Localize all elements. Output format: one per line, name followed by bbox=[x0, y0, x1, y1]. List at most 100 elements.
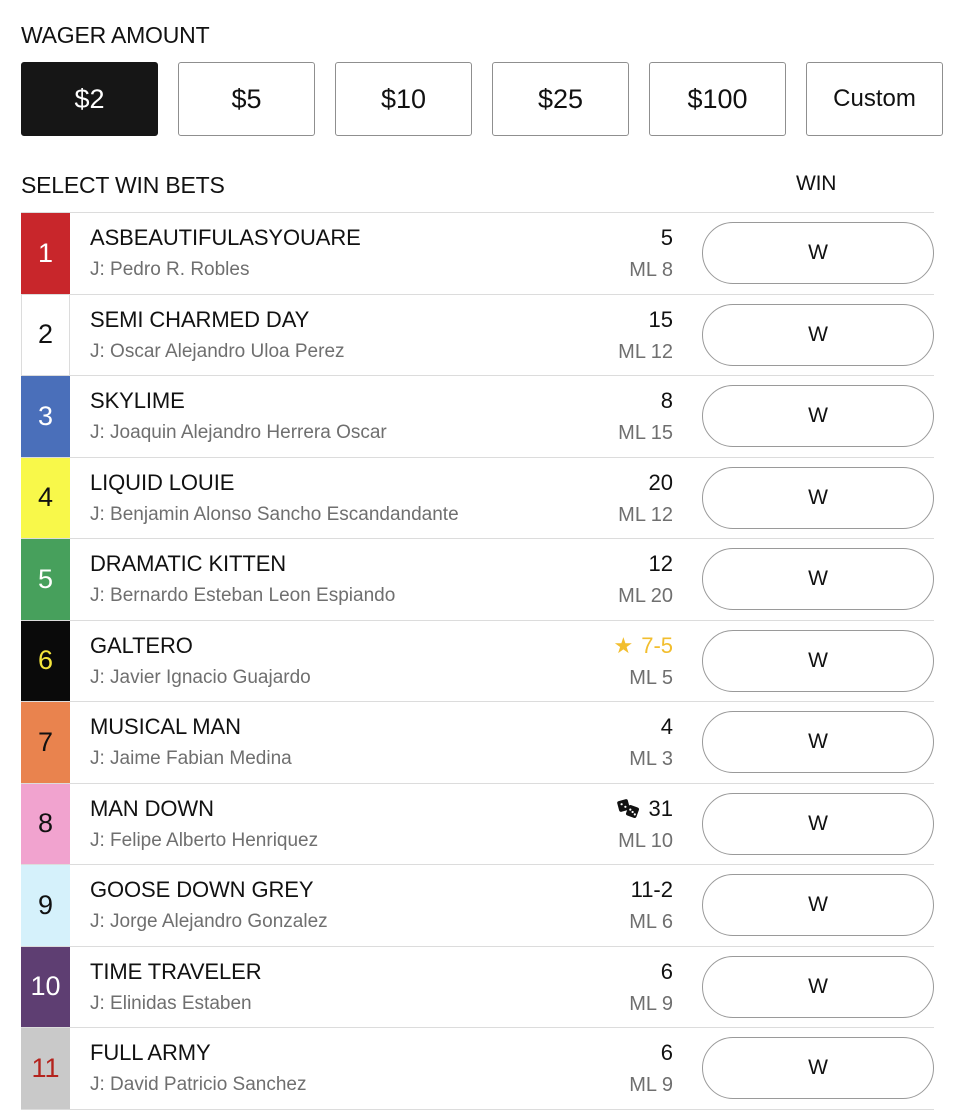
runner-list: 1 ASBEAUTIFULASYOUARE J: Pedro R. Robles 5 M… bbox=[21, 212, 934, 1110]
morning-line-odds: ML 5 bbox=[629, 666, 673, 689]
morning-line-odds: ML 9 bbox=[629, 992, 673, 1015]
runner-row: 1 ASBEAUTIFULASYOUARE J: Pedro R. Robles 5 M… bbox=[21, 213, 934, 295]
horse-name: MAN DOWN bbox=[90, 795, 214, 821]
live-odds: 5 bbox=[661, 225, 673, 251]
runner-row: 11 FULL ARMY J: David Patricio Sanchez 6 ML … bbox=[21, 1028, 934, 1110]
live-odds: 6 bbox=[661, 1040, 673, 1066]
odds-value: 20 bbox=[648, 469, 673, 495]
live-odds: ★ 7-5 bbox=[613, 633, 673, 659]
odds-value: 6 bbox=[660, 958, 673, 984]
saddle-cloth-number: 2 bbox=[21, 294, 70, 375]
select-win-bets-heading: SELECT WIN BETS bbox=[21, 172, 225, 198]
amount-button[interactable]: $5 bbox=[178, 62, 315, 136]
saddle-cloth-number: 11 bbox=[21, 1028, 70, 1109]
custom-amount-button[interactable]: Custom bbox=[806, 62, 943, 136]
jockey-name: J: Felipe Alberto Henriquez bbox=[90, 829, 319, 851]
amount-button[interactable]: $2 bbox=[21, 62, 158, 136]
odds-value: 8 bbox=[660, 388, 673, 413]
runner-row: 5 DRAMATIC KITTEN J: Bernardo Esteban Leon… bbox=[21, 539, 934, 621]
runner-row: 6 GALTERO J: Javier Ignacio Guajardo ★ 7-5 ML… bbox=[21, 620, 934, 702]
odds-value: 12 bbox=[648, 551, 673, 576]
win-bet-button[interactable]: W bbox=[702, 222, 934, 284]
amount-button[interactable]: $10 bbox=[335, 62, 472, 136]
runner-row: 2 SEMI CHARMED DAY J: Oscar Alejandro Uloa… bbox=[21, 294, 934, 376]
morning-line-odds: ML 12 bbox=[618, 340, 673, 363]
morning-line-odds: ML 3 bbox=[629, 748, 673, 770]
runner-row: 10 TIME TRAVELER J: Elinidas Estaben 6 ML 9 W bbox=[21, 946, 934, 1028]
win-bet-button[interactable]: W bbox=[702, 955, 934, 1018]
horse-name: ASBEAUTIFULASYOUARE bbox=[90, 225, 361, 250]
live-odds: 12 bbox=[649, 551, 673, 577]
morning-line-odds: ML 20 bbox=[618, 585, 673, 607]
win-bet-button[interactable]: W bbox=[702, 792, 934, 855]
amount-button[interactable]: $25 bbox=[492, 62, 629, 136]
live-odds: 8 bbox=[661, 388, 673, 414]
live-odds: 11-2 bbox=[631, 877, 673, 903]
saddle-cloth-number: 10 bbox=[21, 946, 70, 1027]
win-bet-button[interactable]: W bbox=[702, 385, 934, 447]
live-odds: 6 bbox=[661, 959, 673, 985]
saddle-cloth-number: 1 bbox=[21, 213, 70, 294]
odds-value: 11-2 bbox=[630, 877, 673, 902]
runner-row: 9 GOOSE DOWN GREY J: Jorge Alejandro Gonza… bbox=[21, 865, 934, 947]
amount-button[interactable]: $100 bbox=[649, 62, 786, 136]
live-odds: 31 bbox=[616, 795, 673, 822]
saddle-cloth-number: 3 bbox=[21, 376, 70, 457]
jockey-name: J: Elinidas Estaben bbox=[90, 992, 252, 1014]
odds-value: 7-5 bbox=[641, 632, 673, 658]
saddle-cloth-number: 9 bbox=[21, 865, 70, 946]
odds-value: 4 bbox=[660, 714, 673, 739]
horse-name: MUSICAL MAN bbox=[90, 714, 241, 739]
morning-line-odds: ML 8 bbox=[629, 259, 673, 281]
live-odds: 15 bbox=[649, 307, 673, 333]
horse-name: TIME TRAVELER bbox=[90, 958, 262, 984]
horse-name: DRAMATIC KITTEN bbox=[90, 551, 287, 576]
morning-line-odds: ML 9 bbox=[629, 1074, 673, 1096]
saddle-cloth-number: 7 bbox=[21, 702, 70, 783]
runner-row: 7 MUSICAL MAN J: Jaime Fabian Medina 4 ML 3 W bbox=[21, 702, 934, 784]
odds-value: 31 bbox=[648, 795, 673, 821]
horse-name: SEMI CHARMED DAY bbox=[90, 306, 310, 332]
morning-line-odds: ML 12 bbox=[618, 503, 673, 526]
win-bet-button[interactable]: W bbox=[702, 711, 934, 773]
jockey-name: J: Joaquin Alejandro Herrera Oscar bbox=[90, 422, 387, 443]
morning-line-odds: ML 6 bbox=[629, 911, 673, 933]
star-icon: ★ bbox=[613, 632, 634, 658]
win-bet-button[interactable]: W bbox=[702, 1037, 934, 1099]
jockey-name: J: Jaime Fabian Medina bbox=[90, 748, 292, 769]
jockey-name: J: Jorge Alejandro Gonzalez bbox=[90, 911, 328, 932]
odds-value: 5 bbox=[660, 225, 673, 250]
jockey-name: J: Bernardo Esteban Leon Espiando bbox=[90, 585, 396, 606]
saddle-cloth-number: 4 bbox=[21, 457, 70, 538]
jockey-name: J: David Patricio Sanchez bbox=[90, 1074, 307, 1095]
wager-panel: WAGER AMOUNT $2 $5 $10 $25 $100 Custom SELECT… bbox=[0, 0, 964, 1119]
horse-name: SKYLIME bbox=[90, 388, 185, 413]
live-odds: 4 bbox=[661, 714, 673, 740]
win-bet-button[interactable]: W bbox=[702, 466, 934, 529]
odds-value: 15 bbox=[648, 306, 673, 332]
dice-icon bbox=[616, 798, 641, 820]
wager-amount-heading: WAGER AMOUNT bbox=[21, 22, 210, 48]
jockey-name: J: Pedro R. Robles bbox=[90, 259, 250, 280]
runner-row: 8 MAN DOWN J: Felipe Alberto Henriquez 31 ML… bbox=[21, 783, 934, 865]
runner-row: 3 SKYLIME J: Joaquin Alejandro Herrera Osc… bbox=[21, 376, 934, 458]
win-column-heading: WIN bbox=[796, 172, 837, 195]
morning-line-odds: ML 10 bbox=[618, 829, 673, 852]
horse-name: GALTERO bbox=[90, 632, 193, 658]
jockey-name: J: Oscar Alejandro Uloa Perez bbox=[90, 340, 345, 362]
horse-name: FULL ARMY bbox=[90, 1040, 211, 1065]
horse-name: LIQUID LOUIE bbox=[90, 469, 235, 495]
win-bet-button[interactable]: W bbox=[702, 629, 934, 692]
wager-amount-options: $2 $5 $10 $25 $100 Custom bbox=[21, 62, 943, 136]
runner-row: 4 LIQUID LOUIE J: Benjamin Alonso Sancho E… bbox=[21, 457, 934, 539]
saddle-cloth-number: 8 bbox=[21, 783, 70, 864]
jockey-name: J: Javier Ignacio Guajardo bbox=[90, 666, 311, 688]
saddle-cloth-number: 5 bbox=[21, 539, 70, 620]
live-odds: 20 bbox=[649, 470, 673, 496]
horse-name: GOOSE DOWN GREY bbox=[90, 877, 314, 902]
saddle-cloth-number: 6 bbox=[21, 620, 70, 701]
odds-value: 6 bbox=[660, 1040, 673, 1065]
win-bet-button[interactable]: W bbox=[702, 874, 934, 936]
win-bet-button[interactable]: W bbox=[702, 303, 934, 366]
win-bet-button[interactable]: W bbox=[702, 548, 934, 610]
